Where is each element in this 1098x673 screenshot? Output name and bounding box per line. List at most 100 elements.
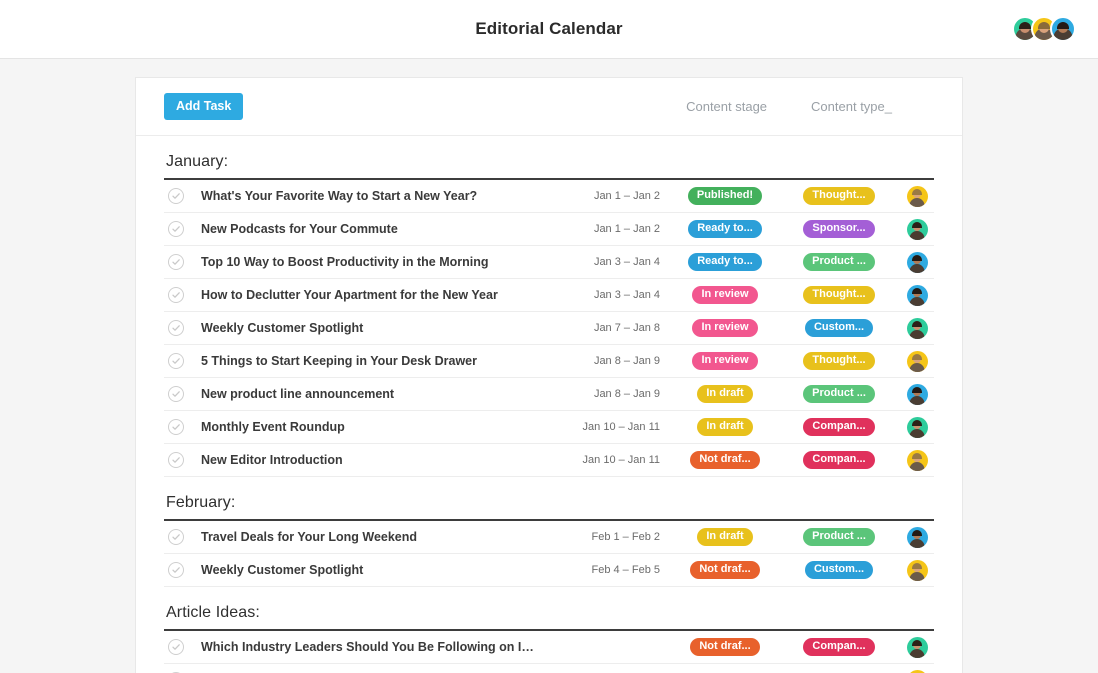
content-stage-tag[interactable]: Published! (687, 187, 763, 205)
check-icon (171, 455, 181, 465)
task-complete-checkbox[interactable] (168, 353, 184, 369)
header-avatar-group (1012, 16, 1076, 42)
task-complete-checkbox[interactable] (168, 287, 184, 303)
task-title[interactable]: New Podcasts for Your Commute (201, 222, 540, 236)
task-title[interactable]: Which Industry Leaders Should You Be Fol… (201, 640, 540, 654)
content-stage-cell: Not draf... (670, 451, 780, 469)
task-title[interactable]: How to Declutter Your Apartment for the … (201, 288, 540, 302)
task-complete-checkbox[interactable] (168, 562, 184, 578)
assignee-avatar (906, 218, 928, 240)
content-type-cell: Custom... (784, 561, 894, 579)
content-stage-tag[interactable]: In draft (697, 528, 753, 546)
check-icon (171, 422, 181, 432)
content-type-tag[interactable]: Thought... (803, 352, 875, 370)
task-complete-checkbox[interactable] (168, 386, 184, 402)
calendar-card: Add Task Content stage Content type_ Jan… (135, 77, 963, 673)
content-stage-cell: In review (670, 352, 780, 370)
assignee-avatar (906, 669, 928, 673)
assignee-avatar (906, 449, 928, 471)
assignee-avatar (906, 636, 928, 658)
content-stage-tag[interactable]: In review (692, 319, 758, 337)
assignee-cell[interactable] (900, 218, 934, 240)
task-row[interactable]: New Podcasts for Your Commute Jan 1 – Jan… (164, 213, 934, 246)
content-stage-tag[interactable]: In draft (697, 418, 753, 436)
assignee-cell[interactable] (900, 383, 934, 405)
assignee-cell[interactable] (900, 559, 934, 581)
content-type-cell: Thought... (784, 286, 894, 304)
task-date-range: Jan 10 – Jan 11 (582, 421, 660, 433)
content-type-tag[interactable]: Thought... (803, 187, 875, 205)
task-row[interactable]: Weekly Customer Spotlight Feb 4 – Feb 5 No… (164, 554, 934, 587)
assignee-cell[interactable] (900, 185, 934, 207)
task-row[interactable]: 5 Things to Start Keeping in Your Desk D… (164, 345, 934, 378)
content-type-tag[interactable]: Compan... (803, 418, 875, 436)
assignee-cell[interactable] (900, 669, 934, 673)
assignee-avatar (906, 416, 928, 438)
task-row[interactable]: New Editor Introduction Jan 10 – Jan 11 No… (164, 444, 934, 477)
task-complete-checkbox[interactable] (168, 639, 184, 655)
task-complete-checkbox[interactable] (168, 419, 184, 435)
avatar-body (909, 296, 925, 306)
content-type-cell: Compan... (784, 418, 894, 436)
task-complete-checkbox[interactable] (168, 188, 184, 204)
content-type-tag[interactable]: Custom... (804, 561, 874, 579)
task-complete-checkbox[interactable] (168, 221, 184, 237)
add-task-button[interactable]: Add Task (164, 92, 244, 121)
task-complete-checkbox[interactable] (168, 452, 184, 468)
content-stage-tag[interactable]: In review (692, 352, 758, 370)
task-title[interactable]: What's Your Favorite Way to Start a New … (201, 189, 540, 203)
content-stage-tag[interactable]: Ready to... (688, 253, 762, 271)
assignee-cell[interactable] (900, 636, 934, 658)
task-title[interactable]: New Editor Introduction (201, 453, 540, 467)
content-type-tag[interactable]: Product ... (803, 253, 875, 271)
task-row[interactable]: Top 10 Way to Boost Productivity in the … (164, 246, 934, 279)
task-title[interactable]: Monthly Event Roundup (201, 420, 540, 434)
assignee-cell[interactable] (900, 317, 934, 339)
assignee-cell[interactable] (900, 251, 934, 273)
task-row[interactable]: What's Your Favorite Way to Start a New … (164, 180, 934, 213)
content-type-tag[interactable]: Product ... (803, 528, 875, 546)
assignee-cell[interactable] (900, 449, 934, 471)
assignee-cell[interactable] (900, 350, 934, 372)
task-row[interactable]: Monthly Event Roundup Jan 10 – Jan 11 In d… (164, 411, 934, 444)
task-title[interactable]: 5 Things to Start Keeping in Your Desk D… (201, 354, 540, 368)
content-stage-tag[interactable]: Ready to... (688, 220, 762, 238)
task-row[interactable]: Travel Deals for Your Long Weekend Feb 1 … (164, 521, 934, 554)
avatar-hair (1019, 21, 1031, 29)
content-stage-tag[interactable]: Not draf... (690, 638, 760, 656)
avatar-hair (912, 452, 922, 459)
content-stage-tag[interactable]: In review (692, 286, 758, 304)
filter-content-stage[interactable]: Content stage (686, 99, 767, 114)
task-row[interactable]: Weekly Customer Spotlight Jan 7 – Jan 8 In… (164, 312, 934, 345)
task-title[interactable]: Weekly Customer Spotlight (201, 563, 540, 577)
avatar-body (909, 329, 925, 339)
assignee-cell[interactable] (900, 416, 934, 438)
content-type-cell: Product ... (784, 385, 894, 403)
task-complete-checkbox[interactable] (168, 254, 184, 270)
task-complete-checkbox[interactable] (168, 529, 184, 545)
task-title[interactable]: New product line announcement (201, 387, 540, 401)
content-type-tag[interactable]: Custom... (804, 319, 874, 337)
task-row[interactable]: How to Declutter Your Apartment for the … (164, 279, 934, 312)
content-type-cell: Compan... (784, 451, 894, 469)
task-row[interactable]: New product line announcement Jan 8 – Jan… (164, 378, 934, 411)
task-row[interactable] (164, 664, 934, 673)
content-type-tag[interactable]: Compan... (803, 638, 875, 656)
task-title[interactable]: Weekly Customer Spotlight (201, 321, 540, 335)
task-title[interactable]: Top 10 Way to Boost Productivity in the … (201, 255, 540, 269)
content-stage-tag[interactable]: Not draf... (690, 451, 760, 469)
assignee-cell[interactable] (900, 284, 934, 306)
content-type-tag[interactable]: Thought... (803, 286, 875, 304)
check-icon (171, 191, 181, 201)
content-type-cell: Thought... (784, 352, 894, 370)
task-complete-checkbox[interactable] (168, 320, 184, 336)
filter-content-type[interactable]: Content type_ (811, 99, 892, 114)
task-row[interactable]: Which Industry Leaders Should You Be Fol… (164, 631, 934, 664)
content-type-tag[interactable]: Sponsor... (803, 220, 875, 238)
content-stage-tag[interactable]: In draft (697, 385, 753, 403)
content-type-tag[interactable]: Product ... (803, 385, 875, 403)
content-type-tag[interactable]: Compan... (803, 451, 875, 469)
task-title[interactable]: Travel Deals for Your Long Weekend (201, 530, 540, 544)
content-stage-tag[interactable]: Not draf... (690, 561, 760, 579)
assignee-cell[interactable] (900, 526, 934, 548)
